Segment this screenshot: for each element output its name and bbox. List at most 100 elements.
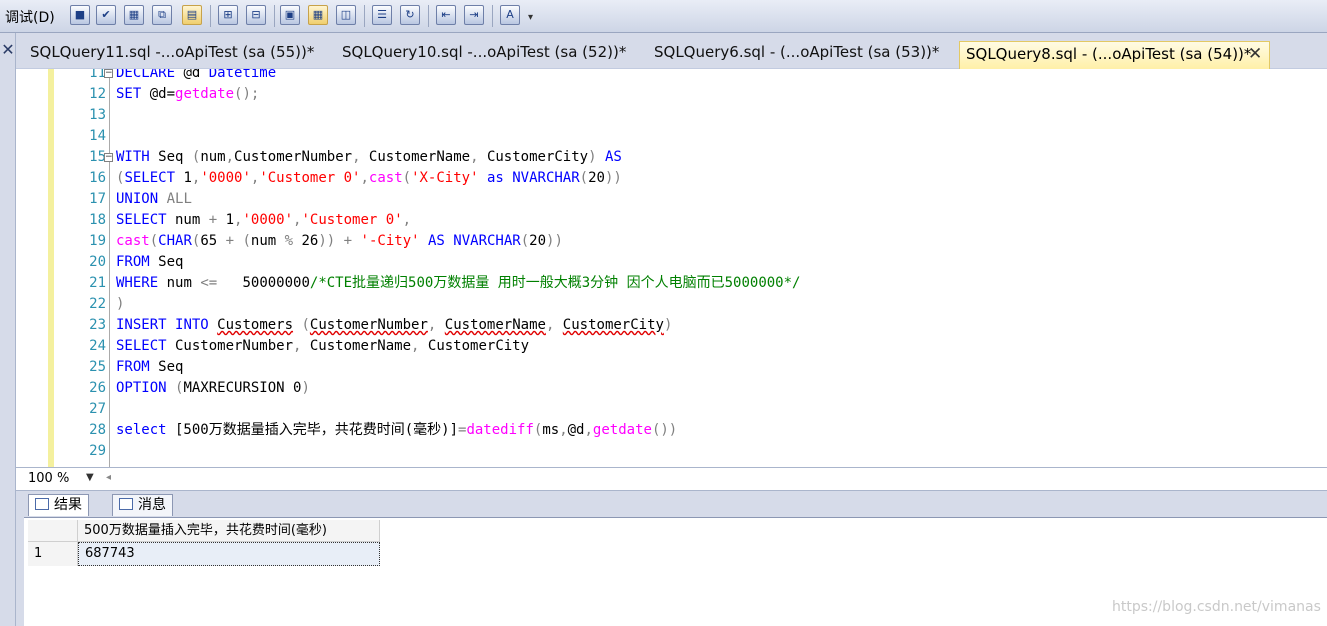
grid-icon [35,498,49,510]
increase-indent-icon[interactable]: ⇥ [464,5,484,25]
code-line[interactable]: SET @d=getdate(); [116,84,259,105]
uncomment-icon[interactable]: ↻ [400,5,420,25]
scroll-left-icon[interactable]: ◂ [106,472,111,483]
include-plan-icon[interactable]: ⊟ [246,5,266,25]
column-header[interactable]: 500万数据量插入完毕，共花费时间(毫秒) [78,520,380,542]
code-token: ms [542,422,560,438]
code-token: , [225,149,235,165]
code-line[interactable]: UNION ALL [116,189,192,210]
specify-values-icon[interactable]: A [500,5,520,25]
code-token: FROM [116,254,150,270]
code-line[interactable]: WHERE num <= 50000000/*CTE批量递归500万数据量 用时… [116,273,800,294]
code-line[interactable]: select [500万数据量插入完毕，共花费时间(毫秒)]=datediff(… [116,420,677,441]
results-to-file-icon[interactable]: ▤ [182,5,202,25]
results-to-file2-icon[interactable]: ◫ [336,5,356,25]
comment-icon[interactable]: ☰ [372,5,392,25]
code-token: , [293,338,310,354]
query-options-icon[interactable]: ⧉ [152,5,172,25]
code-line[interactable]: DECLARE @d Datetime [116,69,276,84]
tab-sqlquery6[interactable]: SQLQuery6.sql - (...oApiTest (sa (53))* [654,43,939,67]
code-token: 'Customer 0' [259,170,361,186]
separator [274,5,275,27]
code-token: )) [604,170,622,186]
line-number: 12 [89,86,106,102]
code-line[interactable]: cast(CHAR(65 + (num % 26)) + '-City' AS … [116,231,563,252]
separator [364,5,365,27]
code-token: <= [200,275,218,291]
code-token: + [208,212,218,228]
results-tab-bar: 结果 消息 [24,491,1327,517]
decrease-indent-icon[interactable]: ⇤ [436,5,456,25]
line-number: 24 [89,338,106,354]
tab-sqlquery8-label: SQLQuery8.sql - (...oApiTest (sa (54))* [966,45,1252,63]
code-token: datediff [466,422,534,438]
code-token: , [470,149,487,165]
line-number: 25 [89,359,106,375]
query-design-icon[interactable]: ▦ [124,5,144,25]
editor-gutter [16,69,44,467]
tab-results[interactable]: 结果 [28,494,89,516]
code-token: ( [402,170,412,186]
tab-sqlquery8[interactable]: SQLQuery8.sql - (...oApiTest (sa (54))* … [959,41,1270,69]
line-number: 29 [89,443,106,459]
line-number: 11 [89,69,106,81]
menu-debug[interactable]: 调试(D) [5,7,55,27]
code-token: , [427,317,445,333]
sql-editor[interactable]: DECLARE @d Datetime SET @d=getdate(); WITH… [16,69,1327,467]
code-token: ( [301,317,310,333]
code-line[interactable]: SELECT num + 1,'0000','Customer 0', [116,210,411,231]
code-token: INTO [175,317,209,333]
grid-corner[interactable] [28,520,78,542]
code-line[interactable]: INSERT INTO Customers (CustomerNumber, C… [116,315,672,336]
editor-status-bar: 100 % ▼ ◂ [16,467,1327,491]
close-icon[interactable]: ✕ [0,40,16,59]
code-token: CustomerCity [562,317,664,333]
tab-messages[interactable]: 消息 [112,494,173,516]
code-token: DECLARE [116,69,176,81]
results-to-text-icon[interactable]: ▣ [280,5,300,25]
left-dock-strip [0,33,16,626]
code-token: 'X-City' [411,170,479,186]
chevron-down-icon[interactable]: ▼ [86,472,94,483]
code-line[interactable]: WITH Seq (num,CustomerNumber, CustomerNa… [116,147,622,168]
result-cell[interactable]: 687743 [78,542,380,566]
estimated-plan-icon[interactable]: ⊞ [218,5,238,25]
code-token: num [200,149,226,165]
code-token: CustomerNumber [234,149,353,165]
parse-check-icon[interactable]: ✔ [96,5,116,25]
code-token: % [284,233,294,249]
results-to-grid-icon[interactable]: ▦ [308,5,328,25]
tab-sqlquery11[interactable]: SQLQuery11.sql -...oApiTest (sa (55))* [30,43,314,67]
zoom-level[interactable]: 100 % [28,471,69,486]
code-line[interactable]: ) [116,294,124,315]
code-token: CustomerName [309,338,412,354]
row-number[interactable]: 1 [28,542,78,566]
code-line[interactable]: FROM Seq [116,252,183,273]
code-token: Customers [217,317,294,333]
code-line[interactable]: (SELECT 1,'0000','Customer 0',cast('X-Ci… [116,168,622,189]
code-token: 1 [175,170,192,186]
collapse-icon[interactable]: − [104,69,113,78]
code-line[interactable]: SELECT CustomerNumber, CustomerName, Cus… [116,336,529,357]
code-line[interactable]: FROM Seq [116,357,183,378]
separator [210,5,211,27]
code-token: WHERE [116,275,159,291]
code-line[interactable]: OPTION (MAXRECURSION 0) [116,378,310,399]
code-token: cast [368,170,403,186]
code-token: CHAR [158,233,192,249]
code-token: num [166,212,209,228]
code-token: [500万数据量插入完毕，共花费时间(毫秒)] [166,422,459,438]
line-number: 20 [89,254,106,270]
code-token: AS [604,149,622,165]
toolbar-overflow-icon[interactable]: ▾ [528,12,533,23]
code-token: getdate [175,86,235,102]
code-token: '0000' [242,212,294,228]
code-token: ALL [158,191,192,207]
tab-sqlquery10[interactable]: SQLQuery10.sql -...oApiTest (sa (52))* [342,43,626,67]
close-icon[interactable]: ✕ [1248,44,1262,64]
code-token: , [352,149,369,165]
stop-icon[interactable]: ■ [70,5,90,25]
collapse-icon[interactable]: − [104,153,113,162]
outline-line [109,69,110,467]
